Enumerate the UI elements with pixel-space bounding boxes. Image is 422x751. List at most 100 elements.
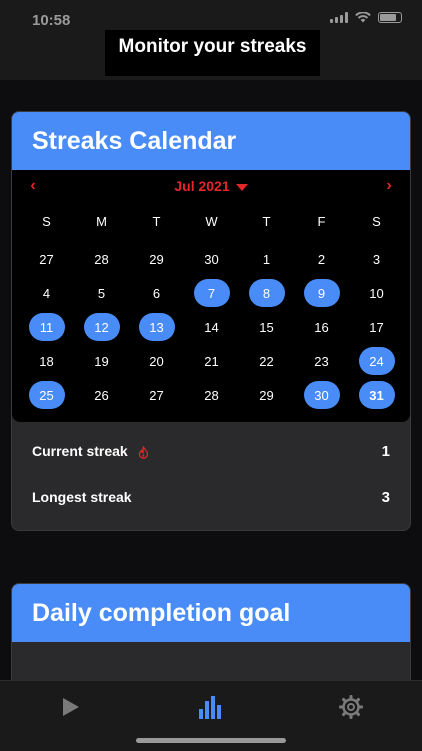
calendar-day[interactable]: 3 [349,242,404,276]
calendar-day[interactable]: 16 [294,310,349,344]
weekday-header: T [152,214,161,229]
calendar-day[interactable]: 27 [19,242,74,276]
streaks-calendar-card: Streaks Calendar ‹ Jul 2021 › S M T W T F S 27 2… [11,111,411,531]
calendar-day-number: 27 [39,251,54,267]
calendar-day[interactable]: 20 [129,344,184,378]
weekday-header: S [372,214,381,229]
weekday-header: M [96,214,107,229]
calendar-day-number: 19 [94,353,109,369]
calendar-day[interactable]: 1 [239,242,294,276]
calendar-day[interactable]: 15 [239,310,294,344]
calendar-card-title: Streaks Calendar [12,112,410,170]
home-indicator [136,738,286,743]
calendar-day-number: 29 [149,251,164,267]
calendar-day-number: 17 [369,319,384,335]
calendar: ‹ Jul 2021 › S M T W T F S 27 28 29 30 1 2 3 4 5 6 7 8 9 10 1… [12,170,410,422]
calendar-day[interactable]: 28 [74,242,129,276]
calendar-day-number: 5 [97,285,106,301]
calendar-day[interactable]: 12 [74,310,129,344]
calendar-day[interactable]: 4 [19,276,74,310]
calendar-day-number: 11 [28,313,65,341]
tab-settings[interactable] [331,689,371,725]
calendar-day[interactable]: 23 [294,344,349,378]
calendar-day-number: 6 [152,285,161,301]
calendar-day[interactable]: 8 [239,276,294,310]
calendar-day-number: 14 [204,319,219,335]
calendar-day-number: 25 [28,381,65,409]
daily-goal-title: Daily completion goal [12,584,410,642]
play-icon [63,698,79,716]
calendar-day[interactable]: 31 [349,378,404,412]
calendar-day-number: 23 [314,353,329,369]
weekday-header: S [42,214,51,229]
longest-streak-row: Longest streak 3 [12,474,410,520]
calendar-day-number: 26 [94,387,109,403]
calendar-day[interactable]: 29 [129,242,184,276]
calendar-grid: S M T W T F S 27 28 29 30 1 2 3 4 5 6 7 8 9 10 11 12 13 14 15 16 17… [19,208,404,412]
calendar-day[interactable]: 13 [129,310,184,344]
calendar-day-number: 21 [204,353,219,369]
calendar-day[interactable]: 6 [129,276,184,310]
weekday-header: T [262,214,271,229]
calendar-day[interactable]: 30 [294,378,349,412]
calendar-day-number: 27 [149,387,164,403]
weekday-header: W [205,214,218,229]
calendar-day-number: 24 [358,347,395,375]
next-month-button[interactable]: › [380,177,398,195]
calendar-day-number: 30 [204,251,219,267]
calendar-day[interactable]: 27 [129,378,184,412]
calendar-day-number: 2 [317,251,326,267]
calendar-day-number: 31 [358,381,395,409]
calendar-day-number: 9 [303,279,340,307]
current-streak-value: 1 [381,442,390,460]
longest-streak-value: 3 [381,488,390,506]
calendar-day[interactable]: 24 [349,344,404,378]
status-time: 10:58 [32,12,71,29]
calendar-day-number: 15 [259,319,274,335]
calendar-day-number: 1 [262,251,271,267]
calendar-day[interactable]: 19 [74,344,129,378]
cellular-signal-icon [330,12,348,23]
calendar-day[interactable]: 25 [19,378,74,412]
flame-icon [138,445,148,459]
calendar-day-number: 4 [42,285,51,301]
calendar-day[interactable]: 28 [184,378,239,412]
calendar-day-number: 28 [94,251,109,267]
calendar-day[interactable]: 2 [294,242,349,276]
calendar-day[interactable]: 22 [239,344,294,378]
calendar-day[interactable]: 30 [184,242,239,276]
gear-icon [339,695,363,719]
weekday-header: F [317,214,326,229]
longest-streak-label: Longest streak [32,489,132,505]
page-title: Monitor your streaks [105,30,320,76]
calendar-nav: ‹ Jul 2021 › [12,170,410,202]
calendar-day-number: 13 [138,313,175,341]
month-label: Jul 2021 [174,178,230,194]
calendar-day[interactable]: 17 [349,310,404,344]
bar-chart-icon [199,696,221,719]
calendar-day-number: 3 [372,251,381,267]
month-selector[interactable]: Jul 2021 [12,178,410,194]
calendar-day[interactable]: 11 [19,310,74,344]
calendar-day-number: 18 [39,353,54,369]
calendar-day-number: 16 [314,319,329,335]
calendar-day[interactable]: 14 [184,310,239,344]
calendar-day[interactable]: 10 [349,276,404,310]
current-streak-row: Current streak 1 [12,428,410,474]
calendar-day[interactable]: 9 [294,276,349,310]
calendar-day-number: 29 [259,387,274,403]
battery-icon [378,12,402,23]
tab-stats[interactable] [191,689,231,725]
calendar-day[interactable]: 21 [184,344,239,378]
calendar-day[interactable]: 29 [239,378,294,412]
tab-play[interactable] [50,689,90,725]
current-streak-label: Current streak [32,443,128,459]
calendar-day[interactable]: 26 [74,378,129,412]
calendar-day-number: 30 [303,381,340,409]
calendar-day[interactable]: 7 [184,276,239,310]
calendar-day-number: 8 [248,279,285,307]
daily-goal-card: Daily completion goal [11,583,411,693]
calendar-day[interactable]: 18 [19,344,74,378]
calendar-day[interactable]: 5 [74,276,129,310]
calendar-day-number: 28 [204,387,219,403]
